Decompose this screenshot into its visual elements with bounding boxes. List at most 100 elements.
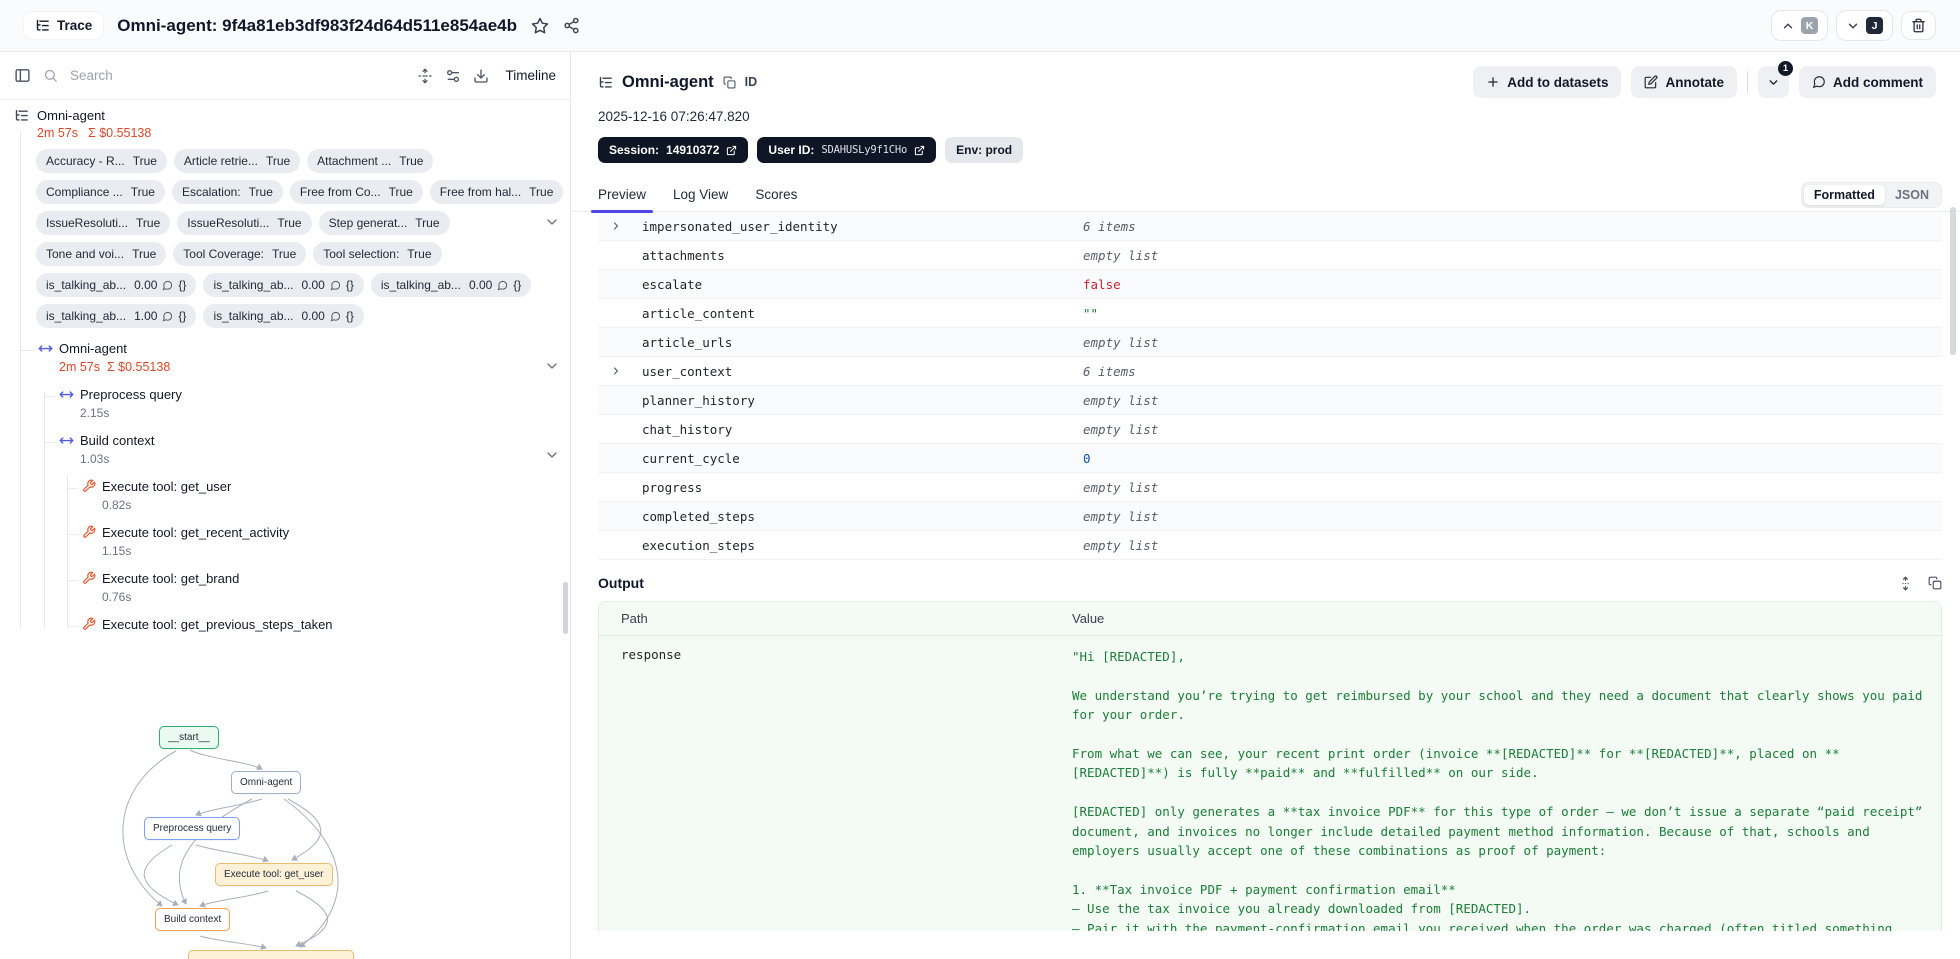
chevron-right-icon — [610, 220, 642, 232]
timeline-toggle[interactable]: Timeline — [505, 68, 556, 83]
id-label[interactable]: ID — [745, 75, 758, 89]
graph-node-clipped[interactable] — [188, 950, 354, 959]
tree-item-tool[interactable]: Execute tool: get_brand 0.76s — [67, 571, 570, 604]
score-badge[interactable]: is_talking_ab... 1.00{} — [36, 304, 197, 328]
collapse-panel-icon[interactable] — [14, 67, 31, 84]
graph-node-preprocess-query[interactable]: Preprocess query — [144, 817, 241, 840]
score-badge[interactable]: is_talking_ab... 0.00{} — [203, 304, 364, 328]
preview-row[interactable]: user_context 6 items — [598, 357, 1942, 386]
external-link-icon — [726, 145, 737, 156]
graph-node-execute-tool-get-user[interactable]: Execute tool: get_user — [215, 863, 333, 886]
star-button[interactable] — [531, 17, 549, 35]
download-icon[interactable] — [473, 68, 489, 84]
score-badge[interactable]: Accuracy - R... True — [36, 149, 167, 173]
kbd-shortcut: J — [1866, 17, 1883, 34]
score-badges: Accuracy - R... True Article retrie... Tru… — [36, 149, 566, 328]
collapse-chevron-icon[interactable] — [544, 214, 560, 230]
add-to-datasets-button[interactable]: Add to datasets — [1473, 66, 1622, 98]
trace-graph[interactable]: __start__ Omni-agent Preprocess query Ex… — [0, 700, 570, 959]
output-row-value: "Hi [REDACTED], We understand you’re try… — [1072, 649, 1923, 931]
delete-trace-button[interactable] — [1901, 11, 1936, 40]
tree-item-root[interactable]: Omni-agent — [14, 108, 570, 123]
expand-vertical-icon[interactable] — [1898, 576, 1913, 591]
chevron-up-icon — [1781, 19, 1795, 33]
tree-item-span[interactable]: Omni-agent 2m 57s Σ $0.55138 — [20, 341, 570, 374]
preview-row: planner_history empty list — [598, 386, 1942, 415]
trash-icon — [1911, 18, 1926, 33]
top-bar: Trace Omni-agent: 9f4a81eb3df983f24d64d5… — [0, 0, 1960, 52]
preview-row: completed_steps empty list — [598, 502, 1942, 531]
sidebar-scrollbar[interactable] — [563, 582, 568, 634]
tree-guide-stub — [20, 350, 34, 351]
list-tree-icon — [35, 18, 50, 33]
kbd-shortcut: K — [1801, 17, 1818, 34]
user-id-badge[interactable]: User ID: SDAHUSLy9f1CHo — [757, 137, 937, 163]
wrench-icon — [82, 479, 96, 493]
span-arrows-icon — [38, 341, 53, 356]
tree-item-metrics: 2m 57s Σ $0.55138 — [37, 126, 570, 140]
wrench-icon — [82, 617, 96, 631]
format-json[interactable]: JSON — [1885, 185, 1939, 205]
annotate-button[interactable]: Annotate — [1631, 66, 1737, 98]
session-badge[interactable]: Session: 14910372 — [598, 137, 749, 163]
tab-preview[interactable]: Preview — [590, 178, 654, 213]
score-badge[interactable]: IssueResoluti... True — [36, 211, 171, 235]
tree-item-span[interactable]: Preprocess query 2.15s — [44, 387, 570, 420]
unfold-all-icon[interactable] — [417, 68, 433, 84]
add-comment-button[interactable]: Add comment — [1798, 66, 1936, 98]
comment-bubble-icon — [497, 280, 508, 291]
score-badge[interactable]: Article retrie... True — [173, 149, 301, 173]
score-badge[interactable]: is_talking_ab... 0.00{} — [370, 273, 532, 297]
format-formatted[interactable]: Formatted — [1803, 184, 1885, 205]
score-badge[interactable]: Step generat... True — [318, 211, 450, 235]
score-badge[interactable]: IssueResoluti... True — [177, 211, 312, 235]
search-input[interactable] — [70, 68, 406, 83]
comment-bubble-icon — [330, 280, 341, 291]
collapse-chevron-icon[interactable] — [544, 447, 560, 463]
score-badge[interactable]: Attachment ... True — [307, 149, 434, 173]
collapse-chevron-icon[interactable] — [544, 358, 560, 374]
tab-log-view[interactable]: Log View — [673, 178, 728, 212]
next-trace-button[interactable]: J — [1836, 10, 1893, 41]
environment-badge: Env: prod — [945, 137, 1024, 163]
tree-guide-stub — [67, 580, 78, 581]
score-badge[interactable]: Tool selection: True — [313, 242, 442, 266]
graph-node-omni-agent[interactable]: Omni-agent — [231, 771, 302, 794]
copy-id-icon[interactable] — [723, 76, 736, 89]
tree-item-tool[interactable]: Execute tool: get_user 0.82s — [67, 479, 570, 512]
tree-guide-stub — [67, 488, 78, 489]
tree-item-label: Omni-agent — [37, 108, 105, 123]
trace-sidebar: Timeline Omni-agent 2m 57s Σ $0.55138 Ac… — [0, 52, 571, 959]
wrench-icon — [82, 525, 96, 539]
score-badge[interactable]: Tool Coverage: True — [173, 242, 307, 266]
share-button[interactable] — [563, 17, 580, 34]
tree-item-span[interactable]: Build context 1.03s — [44, 433, 570, 466]
score-badge[interactable]: is_talking_ab... 0.00{} — [36, 273, 197, 297]
tree-item-tool[interactable]: Execute tool: get_previous_steps_taken 1… — [67, 617, 570, 637]
trace-timestamp: 2025-12-16 07:26:47.820 — [598, 109, 750, 124]
preview-row[interactable]: impersonated_user_identity 6 items — [598, 212, 1942, 241]
preview-row: chat_history empty list — [598, 415, 1942, 444]
score-badge[interactable]: Tone and voi... True — [36, 242, 167, 266]
comment-bubble-icon — [162, 280, 173, 291]
preview-scrollbar[interactable] — [1950, 207, 1956, 355]
score-badge[interactable]: is_talking_ab... 0.00{} — [203, 273, 364, 297]
cost: Σ $0.55138 — [88, 126, 152, 140]
search-icon — [43, 68, 58, 83]
chevron-right-icon — [610, 365, 642, 377]
settings-sliders-icon[interactable] — [445, 68, 461, 84]
score-badge[interactable]: Free from hal... True — [429, 180, 564, 204]
score-badge[interactable]: Free from Co... True — [289, 180, 423, 204]
tree-guide-stub — [44, 442, 55, 443]
prev-trace-button[interactable]: K — [1771, 10, 1828, 41]
tree-item-tool[interactable]: Execute tool: get_recent_activity 1.15s — [67, 525, 570, 558]
graph-node-build-context[interactable]: Build context — [155, 908, 231, 931]
tab-scores[interactable]: Scores — [755, 178, 797, 212]
tree-guide-line — [20, 130, 21, 628]
graph-node-start[interactable]: __start__ — [159, 726, 219, 749]
copy-output-icon[interactable] — [1928, 576, 1942, 591]
score-badge[interactable]: Escalation: True — [171, 180, 283, 204]
annotate-dropdown-button[interactable]: 1 — [1757, 61, 1793, 98]
wrench-icon — [82, 571, 96, 585]
score-badge[interactable]: Compliance ... True — [36, 180, 165, 204]
